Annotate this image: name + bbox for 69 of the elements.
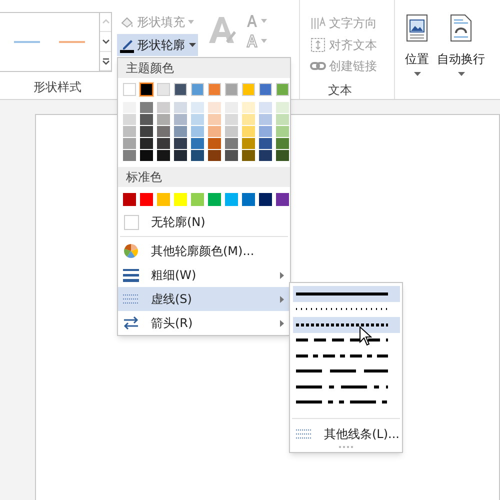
- color-swatch[interactable]: [259, 193, 272, 206]
- line-style-icon: [296, 369, 388, 374]
- menu-item[interactable]: 无轮廓(N): [118, 210, 290, 234]
- submenu-arrow-icon: [280, 272, 284, 278]
- line-style-icon: [296, 400, 388, 404]
- color-swatch[interactable]: [174, 193, 187, 206]
- picture-page-icon: [406, 14, 428, 42]
- menu-item[interactable]: 其他线条(L)...: [290, 425, 402, 443]
- color-swatch[interactable]: [276, 83, 289, 96]
- color-swatch[interactable]: [140, 193, 153, 206]
- empty-swatch-icon: [124, 214, 138, 230]
- color-swatch[interactable]: [208, 193, 221, 206]
- section-header: 主题颜色: [118, 58, 290, 78]
- caret-icon: [261, 19, 267, 23]
- text-outline-icon[interactable]: [246, 34, 267, 48]
- submenu-arrow-icon: [280, 296, 284, 302]
- pencil-icon: [119, 37, 135, 53]
- menu-item[interactable]: 虚线(S): [118, 287, 290, 311]
- dash-style-option[interactable]: [293, 286, 400, 302]
- color-swatch[interactable]: [174, 83, 187, 96]
- letter-icon: [246, 14, 258, 28]
- line-weight-icon: [123, 268, 139, 282]
- line-style-icon: [296, 307, 388, 312]
- text-wrap-page-icon: [450, 14, 472, 42]
- line-style-icon: [296, 322, 388, 327]
- color-swatch[interactable]: [157, 83, 170, 96]
- shape-outline-button[interactable]: 形状轮廓: [117, 34, 198, 56]
- text-direction-icon: [310, 14, 326, 31]
- wrap-text-button[interactable]: 自动换行: [437, 14, 485, 99]
- color-swatch[interactable]: [123, 193, 136, 206]
- dashed-lines-icon: [296, 429, 312, 439]
- color-swatch[interactable]: [276, 193, 289, 206]
- submenu-arrow-icon: [280, 320, 284, 326]
- caret-icon: [188, 20, 194, 24]
- color-swatch[interactable]: [191, 193, 204, 206]
- arrows-icon: [123, 316, 139, 330]
- align-text-icon: [310, 36, 326, 52]
- text-fill-icon[interactable]: [246, 14, 267, 28]
- group-label: 文本: [327, 82, 353, 100]
- pointer-icon: [359, 326, 372, 346]
- color-swatch[interactable]: [123, 83, 136, 96]
- expand-icon: [100, 56, 110, 66]
- color-swatch[interactable]: [208, 83, 221, 96]
- color-swatch[interactable]: [157, 193, 170, 206]
- color-swatch[interactable]: [225, 193, 238, 206]
- dashed-lines-icon: [123, 294, 139, 304]
- group-label: 形状样式: [32, 79, 82, 96]
- line-style-icon: [296, 292, 388, 296]
- caret-icon: [189, 43, 196, 47]
- position-button[interactable]: 位置: [405, 14, 429, 99]
- line-style-icon: [296, 354, 388, 358]
- color-swatch[interactable]: [259, 83, 272, 96]
- color-swatch[interactable]: [225, 83, 238, 96]
- caret-icon: [414, 72, 420, 76]
- dash-style-option[interactable]: [293, 317, 400, 332]
- color-swatch[interactable]: [242, 83, 255, 96]
- menu-item[interactable]: 箭头(R): [118, 311, 290, 335]
- caret-icon: [261, 39, 267, 43]
- color-swatch[interactable]: [242, 193, 255, 206]
- line-style-icon: [296, 384, 388, 389]
- color-swatch[interactable]: [191, 83, 204, 96]
- letter-icon: [246, 34, 258, 48]
- color-wheel-icon: [123, 243, 139, 259]
- menu-item[interactable]: 其他轮廓颜色(M)...: [118, 239, 290, 263]
- line-style-icon: [296, 338, 388, 342]
- caret-icon: [458, 72, 464, 76]
- menu-item[interactable]: 粗细(W): [118, 263, 290, 287]
- section-header: 标准色: [118, 167, 290, 187]
- color-swatch[interactable]: [140, 83, 153, 96]
